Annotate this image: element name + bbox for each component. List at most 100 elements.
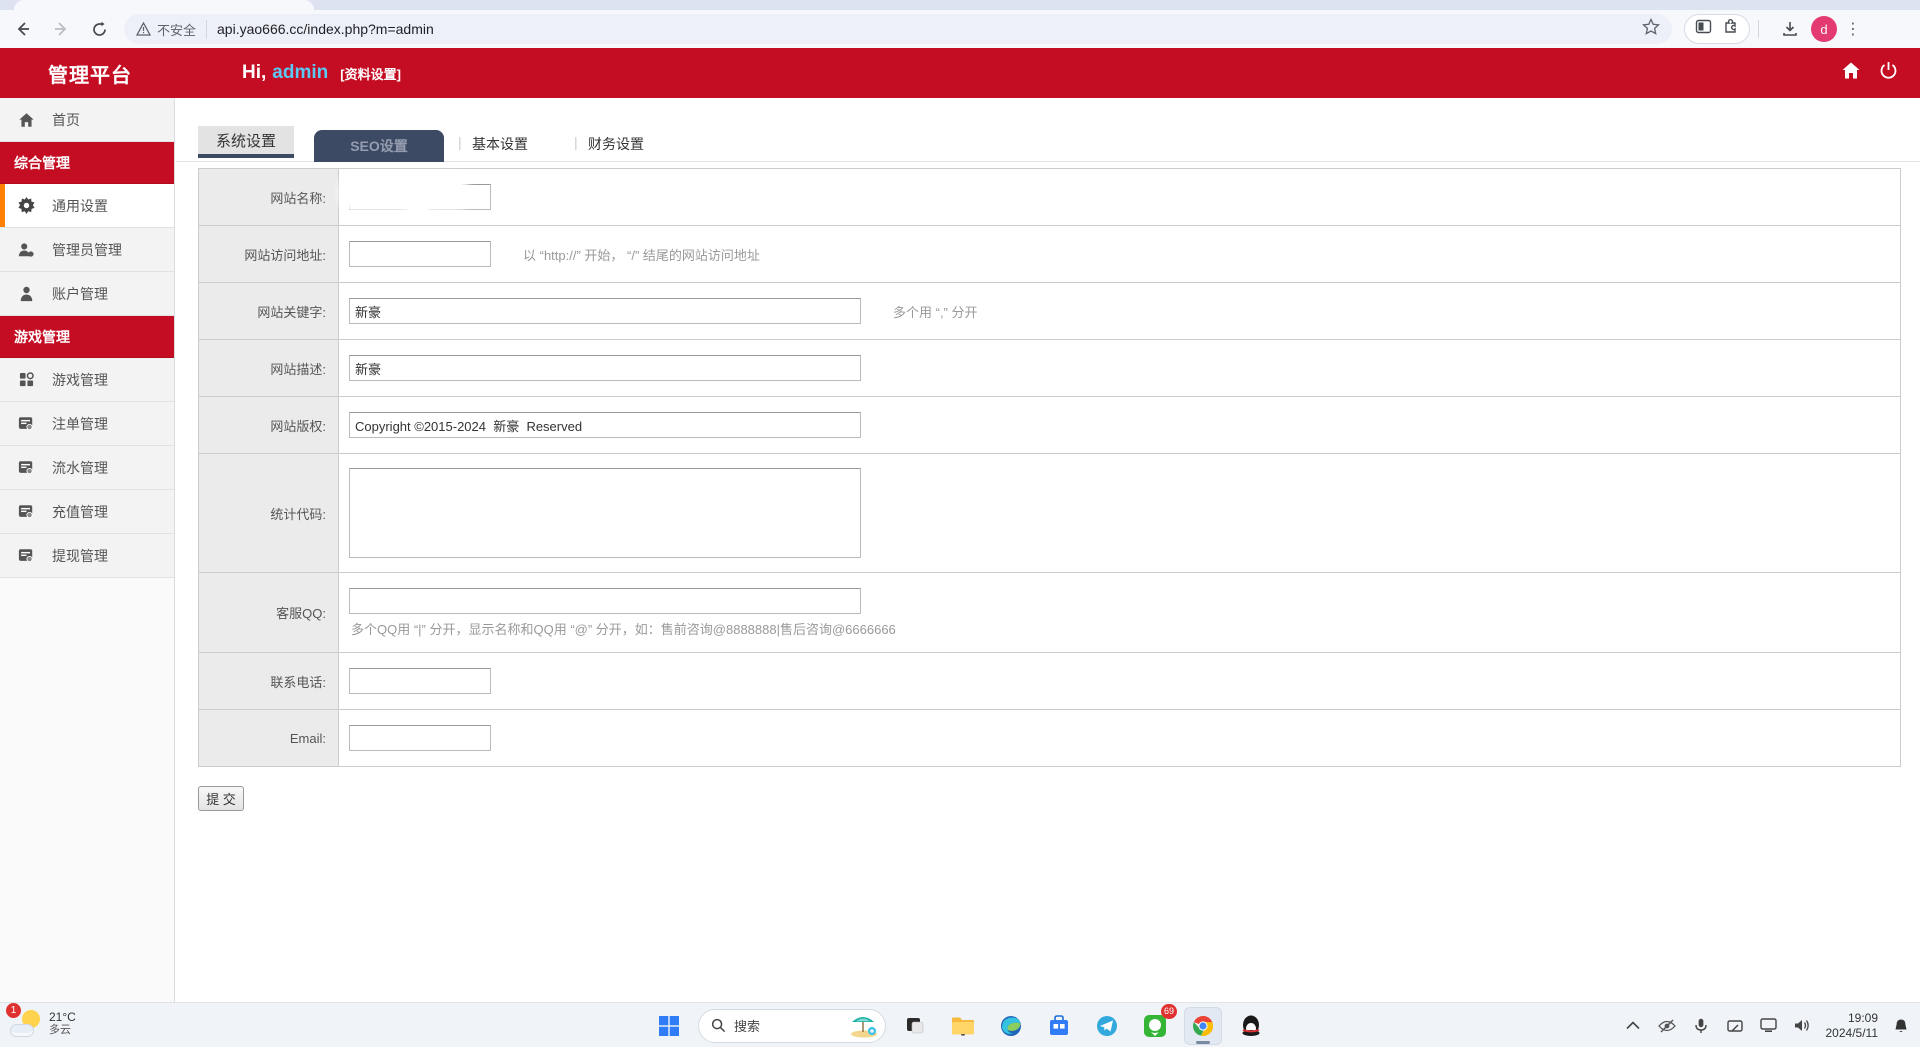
microsoft-store-icon[interactable] (1040, 1007, 1078, 1045)
site-url-input[interactable] (349, 241, 491, 267)
hidden-icons-chevron[interactable] (1622, 1021, 1644, 1030)
microphone-icon[interactable] (1690, 1018, 1712, 1034)
green-messenger-icon[interactable]: 69 (1136, 1003, 1177, 1045)
taskbar-clock[interactable]: 19:09 2024/5/11 (1826, 1011, 1879, 1041)
username: admin (272, 62, 329, 83)
sidebar-item-account-management[interactable]: 账户管理 (0, 272, 174, 316)
weather-icon: 1 (6, 1003, 42, 1040)
clock-date: 2024/5/11 (1825, 1025, 1879, 1040)
side-panel-icon[interactable] (1695, 18, 1712, 40)
sidebar-item-turnover-management[interactable]: 流水管理 (0, 446, 174, 490)
sidebar: 首页 综合管理 通用设置 管理员管理 账户管理 游戏管理 游戏管理 注单管理 流… (0, 98, 175, 1002)
form-row-service-qq: 客服QQ: 多个QQ用 “|” 分开，显示名称和QQ用 “@” 分开，如：售前咨… (199, 573, 1900, 653)
forward-button[interactable] (46, 14, 76, 44)
sidebar-item-label: 充值管理 (52, 503, 108, 520)
search-icon (711, 1018, 726, 1033)
service-qq-input[interactable] (349, 587, 861, 614)
document-icon (0, 460, 52, 475)
chrome-icon[interactable] (1184, 1006, 1222, 1045)
analytics-code-textarea[interactable] (349, 468, 861, 558)
site-name-input[interactable] (349, 184, 491, 210)
site-security-chip[interactable]: 不安全 (136, 19, 208, 39)
bookmark-star-icon[interactable] (1641, 17, 1661, 41)
field-label: 网站访问地址: (199, 226, 339, 282)
taskbar: 1 21°C 多云 搜索 69 19:09 2024/5/11 (0, 1002, 1920, 1047)
field-label: 统计代码: (199, 454, 339, 572)
sidebar-item-withdrawal-management[interactable]: 提现管理 (0, 534, 174, 578)
edge-browser-icon[interactable] (992, 1007, 1030, 1045)
form-row-site-url: 网站访问地址: 以 “http://” 开始， “/” 结尾的网站访问地址 (199, 226, 1900, 283)
task-view-button[interactable] (896, 1007, 934, 1045)
sidebar-item-label: 注单管理 (52, 415, 108, 432)
volume-icon[interactable] (1792, 1018, 1814, 1033)
field-hint: 多个QQ用 “|” 分开，显示名称和QQ用 “@” 分开，如：售前咨询@8888… (351, 621, 896, 637)
sidebar-item-label: 管理员管理 (52, 241, 122, 258)
extensions-icon[interactable] (1722, 18, 1739, 40)
tab-finance-settings[interactable]: 财务设置 (588, 134, 644, 154)
tab-separator: | (574, 134, 578, 150)
eye-off-icon[interactable] (1656, 1018, 1678, 1033)
grid-icon (0, 372, 52, 387)
sidebar-item-game-management[interactable]: 游戏管理 (0, 358, 174, 402)
profile-avatar[interactable]: d (1811, 16, 1837, 42)
email-input[interactable] (349, 725, 491, 751)
form-row-site-name: 网站名称: (199, 169, 1900, 226)
form-row-keywords: 网站关键字: 多个用 “,” 分开 (199, 283, 1900, 340)
cast-display-icon[interactable] (1758, 1018, 1780, 1033)
document-icon (0, 504, 52, 519)
taskbar-search[interactable]: 搜索 (698, 1008, 886, 1043)
document-icon (0, 548, 52, 563)
sidebar-item-admin-management[interactable]: 管理员管理 (0, 228, 174, 272)
document-icon (0, 416, 52, 431)
qq-icon[interactable] (1232, 1007, 1270, 1045)
tab-basic-settings[interactable]: 基本设置 (472, 134, 528, 154)
url-text[interactable]: api.yao666.cc/index.php?m=admin (217, 21, 1642, 37)
form-row-copyright: 网站版权: (199, 397, 1900, 454)
settings-form: 网站名称: 网站访问地址: 以 “http://” 开始， “/” 结尾的网站访… (198, 168, 1901, 767)
field-label: 网站名称: (199, 169, 339, 225)
weather-temp: 21°C (49, 1010, 76, 1024)
phone-input[interactable] (349, 668, 491, 694)
user-icon (0, 286, 52, 302)
field-hint: 以 “http://” 开始， “/” 结尾的网站访问地址 (523, 247, 760, 263)
weather-widget[interactable]: 1 21°C 多云 (6, 1003, 76, 1040)
greeting-prefix: Hi, (242, 62, 267, 83)
address-bar[interactable]: 不安全 api.yao666.cc/index.php?m=admin (124, 14, 1672, 44)
sidebar-item-label: 账户管理 (52, 285, 108, 302)
sidebar-item-home[interactable]: 首页 (0, 98, 174, 142)
file-explorer-icon[interactable] (944, 1007, 982, 1045)
pen-input-icon[interactable] (1724, 1018, 1746, 1034)
sidebar-section-general: 综合管理 (0, 142, 174, 184)
tab-system-settings[interactable]: 系统设置 (198, 126, 294, 158)
logout-power-icon[interactable] (1879, 61, 1898, 85)
browser-active-tab[interactable] (14, 0, 314, 10)
home-icon[interactable] (1841, 61, 1861, 85)
unread-badge: 69 (1160, 1003, 1177, 1019)
back-button[interactable] (8, 14, 38, 44)
profile-settings-link[interactable]: [资料设置] (340, 64, 401, 83)
notification-bell-icon[interactable] (1890, 1018, 1912, 1034)
submit-button[interactable]: 提 交 (198, 786, 244, 811)
start-button[interactable] (650, 1007, 688, 1045)
field-label: 客服QQ: (199, 573, 339, 652)
sidebar-item-deposit-management[interactable]: 充值管理 (0, 490, 174, 534)
sidebar-item-bet-orders[interactable]: 注单管理 (0, 402, 174, 446)
description-input[interactable] (349, 355, 861, 381)
app-header: 管理平台 Hi, admin [资料设置] (0, 48, 1920, 98)
greeting-text: Hi, admin (242, 62, 328, 84)
reload-button[interactable] (84, 14, 114, 44)
tab-separator: | (458, 134, 462, 150)
telegram-icon[interactable] (1088, 1007, 1126, 1045)
gear-icon (0, 197, 52, 214)
sidebar-item-general-settings[interactable]: 通用设置 (0, 184, 174, 228)
toolbar-divider (1758, 20, 1759, 38)
download-icon[interactable] (1775, 14, 1805, 44)
clock-time: 19:09 (1847, 1010, 1878, 1025)
browser-menu-icon[interactable]: ⋮ (1843, 19, 1863, 39)
tab-seo-settings[interactable]: SEO设置 (314, 130, 444, 162)
keywords-input[interactable] (349, 298, 861, 324)
field-label: 网站关键字: (199, 283, 339, 339)
sidebar-item-label: 提现管理 (52, 547, 108, 564)
form-row-analytics-code: 统计代码: (199, 454, 1900, 573)
copyright-input[interactable] (349, 412, 861, 438)
